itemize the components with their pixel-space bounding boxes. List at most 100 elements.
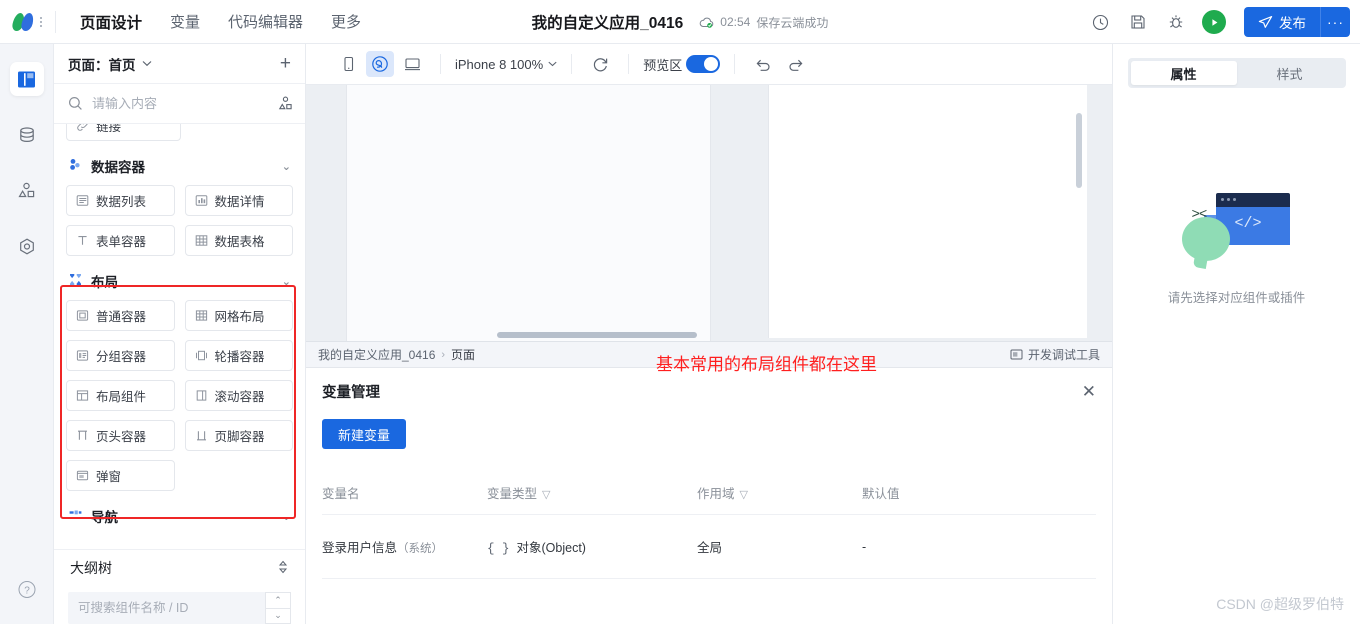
- secondary-preview-pane[interactable]: [768, 85, 1087, 338]
- component-card-data-detail[interactable]: 数据详情: [184, 185, 293, 216]
- device-switch-group: [320, 51, 440, 77]
- filter-icon[interactable]: ▽: [740, 489, 748, 501]
- chevron-down-icon[interactable]: ⌄: [282, 510, 291, 523]
- history-icon[interactable]: [1088, 10, 1112, 34]
- device-zoom-group: iPhone 8 100%: [441, 57, 571, 72]
- column-header-scope[interactable]: 作用域 ▽: [697, 483, 862, 515]
- debug-bug-icon[interactable]: [1164, 10, 1188, 34]
- component-card-header-container[interactable]: 页头容器: [66, 420, 175, 451]
- component-card-scroll-container[interactable]: 滚动容器: [184, 380, 293, 411]
- chevron-down-icon[interactable]: ⌄: [282, 160, 291, 173]
- data-container-icon: [68, 157, 83, 175]
- device-zoom-selector[interactable]: iPhone 8 100%: [455, 57, 557, 72]
- desktop-device-icon[interactable]: [398, 51, 426, 77]
- carousel-icon: [195, 349, 208, 362]
- component-card-group-container[interactable]: 分组容器: [66, 340, 175, 371]
- publish-more-button[interactable]: ···: [1320, 7, 1350, 37]
- component-label: 表单容器: [96, 235, 147, 249]
- outline-prev-button[interactable]: ⌃: [265, 592, 291, 608]
- run-preview-button[interactable]: [1202, 10, 1226, 34]
- component-label: 布局组件: [96, 390, 147, 404]
- component-card-normal-container[interactable]: 普通容器: [66, 300, 175, 331]
- scroll-icon: [195, 389, 208, 402]
- devtool-button[interactable]: 开发调试工具: [1010, 346, 1100, 363]
- component-card-data-list[interactable]: 数据列表: [66, 185, 175, 216]
- shapes-filter-icon[interactable]: [277, 95, 294, 112]
- filter-icon[interactable]: ▽: [542, 489, 550, 501]
- table-icon: [195, 234, 208, 247]
- component-card-layout-component[interactable]: 布局组件: [66, 380, 175, 411]
- phone-preview-frame[interactable]: [346, 85, 711, 341]
- component-card-form-container[interactable]: 表单容器: [66, 225, 175, 256]
- section-header-navigation[interactable]: 导航 ⌄: [66, 499, 293, 533]
- expand-collapse-icon[interactable]: [277, 560, 289, 577]
- rail-item-layout[interactable]: [9, 62, 44, 96]
- refresh-icon[interactable]: [586, 51, 614, 77]
- breadcrumb-current[interactable]: 页面: [451, 346, 475, 363]
- save-icon[interactable]: [1126, 10, 1150, 34]
- section-header-layout[interactable]: 布局 ⌄: [66, 264, 293, 298]
- history-group: [735, 51, 823, 77]
- preview-toggle-group: 预览区: [629, 55, 734, 74]
- chevron-down-icon[interactable]: ⌄: [282, 275, 291, 288]
- search-icon: [68, 96, 83, 111]
- rail-item-components[interactable]: [10, 174, 44, 208]
- add-page-button[interactable]: +: [280, 54, 291, 73]
- preview-toggle[interactable]: [686, 55, 721, 73]
- layout-panel-icon: [18, 71, 35, 87]
- devtool-label: 开发调试工具: [1027, 348, 1100, 362]
- page-selector[interactable]: 页面：首页: [68, 54, 152, 74]
- outline-next-button[interactable]: ⌄: [265, 607, 291, 624]
- nav-item-more[interactable]: 更多: [331, 11, 361, 32]
- breadcrumb-separator: ›: [441, 348, 446, 361]
- logo-menu-dots-icon[interactable]: [40, 16, 42, 27]
- database-icon: [19, 127, 34, 143]
- table-row[interactable]: 登录用户信息（系统） { } 对象(Object) 全局 -: [322, 514, 1096, 579]
- component-card-footer-container[interactable]: 页脚容器: [184, 420, 293, 451]
- component-search-input[interactable]: [92, 96, 268, 111]
- mobile-device-icon[interactable]: [334, 51, 362, 77]
- app-logo[interactable]: [0, 0, 55, 44]
- component-card-carousel-container[interactable]: 轮播容器: [184, 340, 293, 371]
- tab-properties[interactable]: 属性: [1130, 61, 1237, 85]
- outline-tree-header[interactable]: 大纲树: [54, 550, 305, 586]
- device-zoom-label: iPhone 8 100%: [455, 56, 544, 72]
- breadcrumb-root[interactable]: 我的自定义应用_0416: [318, 346, 435, 363]
- undo-icon[interactable]: [749, 51, 777, 77]
- chevron-down-icon: [142, 61, 151, 67]
- layout-component-icon: [76, 389, 89, 402]
- brand-logo-icon: [11, 12, 35, 32]
- preview-toggle-label: 预览区: [643, 57, 683, 73]
- column-header-type[interactable]: 变量类型 ▽: [487, 483, 697, 515]
- publish-button[interactable]: 发布: [1244, 7, 1320, 37]
- component-label: 页头容器: [96, 430, 147, 444]
- close-icon[interactable]: ✕: [1082, 383, 1096, 400]
- rail-item-plugin[interactable]: [10, 230, 44, 264]
- component-list-scroll[interactable]: 链接 数据容器 ⌄ 数据列表 数据详情 表单容器 数据表格 布局 ⌄ 普通容器 …: [54, 124, 305, 549]
- component-card-link[interactable]: 链接: [66, 124, 181, 141]
- preview-stage[interactable]: [306, 85, 1112, 342]
- publish-label: 发布: [1279, 16, 1306, 31]
- tab-styles[interactable]: 样式: [1237, 61, 1343, 85]
- outline-search-input[interactable]: [68, 592, 265, 624]
- nav-item-page-design[interactable]: 页面设计: [80, 11, 142, 33]
- variable-table: 变量名 变量类型 ▽ 作用域 ▽ 默认值 登录用户信息（系统） { } 对象(Obje…: [322, 483, 1096, 579]
- nav-item-code-editor[interactable]: 代码编辑器: [228, 11, 303, 32]
- svg-text:?: ?: [24, 585, 30, 596]
- redo-icon[interactable]: [781, 51, 809, 77]
- list-icon: [76, 194, 89, 207]
- pane-vertical-scrollbar[interactable]: [1076, 113, 1082, 188]
- empty-state-illustration-icon: </> ><: [1182, 193, 1291, 265]
- help-icon[interactable]: ?: [17, 580, 36, 604]
- nav-item-variables[interactable]: 变量: [170, 11, 200, 32]
- phone-horizontal-scrollbar[interactable]: [497, 332, 697, 338]
- component-card-grid-layout[interactable]: 网格布局: [184, 300, 293, 331]
- new-variable-button[interactable]: 新建变量: [322, 419, 407, 449]
- section-header-data-container[interactable]: 数据容器 ⌄: [66, 149, 293, 183]
- text-form-icon: [76, 234, 89, 247]
- square-icon: [76, 309, 89, 322]
- rail-item-database[interactable]: [10, 118, 44, 152]
- component-card-data-table[interactable]: 数据表格: [184, 225, 293, 256]
- component-card-modal[interactable]: 弹窗: [66, 460, 175, 491]
- miniprogram-device-icon[interactable]: [366, 51, 394, 77]
